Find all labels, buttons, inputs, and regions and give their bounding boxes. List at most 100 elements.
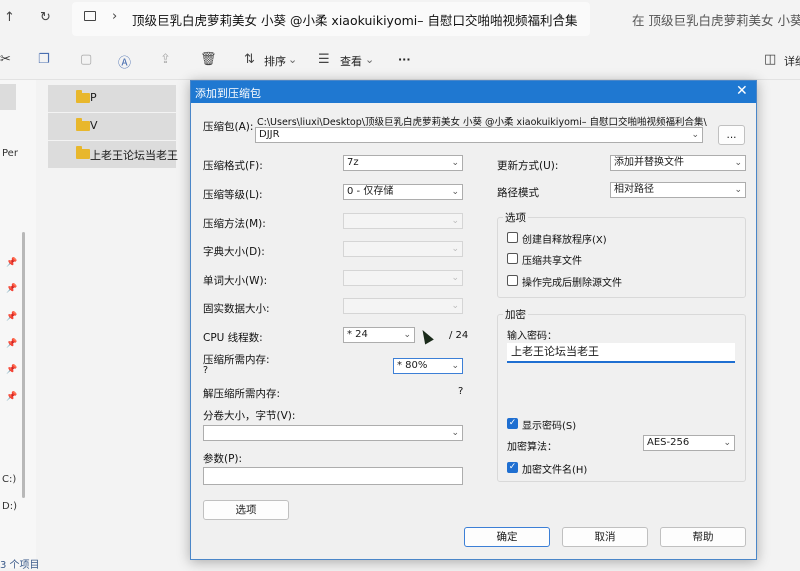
word-label: 单词大小(W):: [203, 275, 268, 287]
format-select[interactable]: 7z ⌄: [343, 155, 463, 171]
pin-icon: 📌: [6, 365, 18, 375]
chevron-down-icon: ⌄: [691, 130, 699, 140]
update-mode-select[interactable]: 添加并替换文件 ⌄: [610, 155, 746, 171]
pin-icon: 📌: [6, 392, 18, 402]
pin-icon: 📌: [6, 258, 18, 268]
paste-icon[interactable]: ▢: [80, 52, 92, 67]
level-label: 压缩等级(L):: [203, 189, 263, 201]
volume-select[interactable]: ⌄: [203, 425, 463, 441]
threads-value: * 24: [347, 329, 368, 340]
memory-value: * 80%: [397, 360, 428, 371]
nav-item-per[interactable]: Per: [2, 148, 18, 159]
dict-select[interactable]: ⌄: [343, 241, 463, 257]
share-icon[interactable]: ⇪: [160, 52, 171, 67]
browse-button[interactable]: ...: [718, 125, 745, 145]
memory-usage-value: ?: [203, 365, 209, 376]
chevron-right-icon[interactable]: ›: [558, 9, 563, 24]
threads-select[interactable]: * 24 ⌄: [343, 327, 415, 343]
chevron-down-icon: ⌄: [451, 187, 459, 197]
level-select[interactable]: 0 - 仅存储 ⌄: [343, 184, 463, 200]
copy-icon[interactable]: ❐: [38, 52, 50, 67]
archive-label: 压缩包(A):: [203, 121, 254, 133]
archive-name-value: DJJR: [259, 129, 280, 140]
search-input[interactable]: 在 顶级巨乳白虎萝莉美女 小葵 @...: [632, 10, 800, 29]
threads-total: / 24: [449, 330, 469, 341]
folder-icon: [76, 146, 90, 159]
chevron-down-icon: ⌄: [734, 158, 742, 168]
chevron-down-icon: ⌄: [451, 244, 459, 254]
help-button[interactable]: 帮助: [660, 527, 746, 547]
chevron-down-icon: ⌄: [451, 158, 459, 168]
chevron-down-icon: ⌄: [451, 301, 459, 311]
archive-name-combo[interactable]: DJJR ⌄: [255, 127, 703, 143]
ok-button[interactable]: 确定: [464, 527, 550, 547]
close-icon[interactable]: ✕: [736, 83, 748, 99]
pin-icon: 📌: [6, 339, 18, 349]
more-options-button[interactable]: ···: [398, 53, 411, 66]
solid-label: 固实数据大小:: [203, 303, 270, 315]
update-mode-value: 添加并替换文件: [614, 157, 684, 168]
shared-checkbox[interactable]: [507, 253, 518, 264]
chevron-down-icon: ⌄: [451, 216, 459, 226]
nav-item-drive-d[interactable]: D:): [2, 501, 17, 512]
encryption-method-select[interactable]: AES-256 ⌄: [643, 435, 735, 451]
nav-selected-item[interactable]: [0, 84, 16, 110]
dialog-title-bar: 添加到压缩包 ✕: [191, 81, 756, 103]
sfx-checkbox[interactable]: [507, 232, 518, 243]
nav-scrollbar[interactable]: [22, 232, 25, 498]
encryption-method-value: AES-256: [647, 437, 690, 448]
method-select[interactable]: ⌄: [343, 213, 463, 229]
chevron-down-icon: ⌄: [723, 438, 731, 448]
show-password-checkbox[interactable]: ✓: [507, 418, 518, 429]
word-select[interactable]: ⌄: [343, 270, 463, 286]
volume-label: 分卷大小，字节(V):: [203, 410, 296, 422]
pin-icon: 📌: [6, 284, 18, 294]
shared-label: 压缩共享文件: [522, 256, 582, 267]
list-item[interactable]: P: [48, 85, 176, 112]
sort-button[interactable]: 排序: [264, 53, 286, 69]
memory-label: 压缩所需内存:: [203, 354, 270, 366]
password-input[interactable]: 上老王论坛当老王: [507, 343, 735, 363]
cut-icon[interactable]: ✂: [0, 52, 11, 67]
memory-select[interactable]: * 80% ⌄: [393, 358, 463, 374]
options-button[interactable]: 选项: [203, 500, 289, 520]
view-button[interactable]: 查看: [340, 53, 362, 69]
breadcrumb[interactable]: 顶级巨乳白虎萝莉美女 小葵 @小柔 xiaokuikiyomi– 自慰口交啪啪视…: [132, 10, 577, 29]
options-group-title: 选项: [503, 210, 528, 225]
show-password-label: 显示密码(S): [522, 421, 577, 432]
level-value: 0 - 仅存储: [347, 186, 394, 197]
archive-path: C:\Users\liuxi\Desktop\顶级巨乳白虎萝莉美女 小葵 @小柔…: [257, 117, 707, 128]
solid-select[interactable]: ⌄: [343, 298, 463, 314]
sfx-label: 创建自释放程序(X): [522, 235, 607, 246]
sort-icon: ⇅: [244, 52, 255, 67]
delete-icon[interactable]: 🗑: [200, 52, 217, 67]
path-mode-label: 路径模式: [497, 187, 539, 199]
method-label: 压缩方法(M):: [203, 218, 266, 230]
format-label: 压缩格式(F):: [203, 160, 263, 172]
params-input[interactable]: [203, 467, 463, 485]
cancel-button[interactable]: 取消: [562, 527, 648, 547]
refresh-icon[interactable]: ↻: [40, 10, 51, 25]
decompress-memory-label: 解压缩所需内存:: [203, 388, 281, 400]
chevron-down-icon: ⌄: [451, 428, 459, 438]
nav-item-drive-c[interactable]: C:): [2, 474, 16, 485]
encryption-group-title: 加密: [503, 307, 528, 322]
encrypt-filenames-checkbox[interactable]: ✓: [507, 462, 518, 473]
password-label: 输入密码：: [507, 331, 557, 342]
details-button[interactable]: 详细: [784, 53, 800, 69]
file-name: 上老王论坛当老王: [90, 149, 178, 162]
update-mode-label: 更新方式(U):: [497, 160, 559, 172]
pin-icon: 📌: [6, 312, 18, 322]
path-mode-select[interactable]: 相对路径 ⌄: [610, 182, 746, 198]
dict-label: 字典大小(D):: [203, 246, 265, 258]
delete-after-label: 操作完成后删除源文件: [522, 278, 622, 289]
chevron-down-icon: ⌄: [403, 330, 411, 340]
folder-icon: [76, 90, 90, 103]
rename-icon[interactable]: Ⓐ: [118, 52, 131, 71]
list-item[interactable]: V: [48, 113, 176, 140]
delete-after-checkbox[interactable]: [507, 275, 518, 286]
up-arrow-icon[interactable]: ↑: [4, 10, 15, 25]
list-item[interactable]: 上老王论坛当老王: [48, 141, 178, 168]
chevron-down-icon: ⌄: [451, 273, 459, 283]
chevron-down-icon: ⌄: [288, 53, 298, 66]
